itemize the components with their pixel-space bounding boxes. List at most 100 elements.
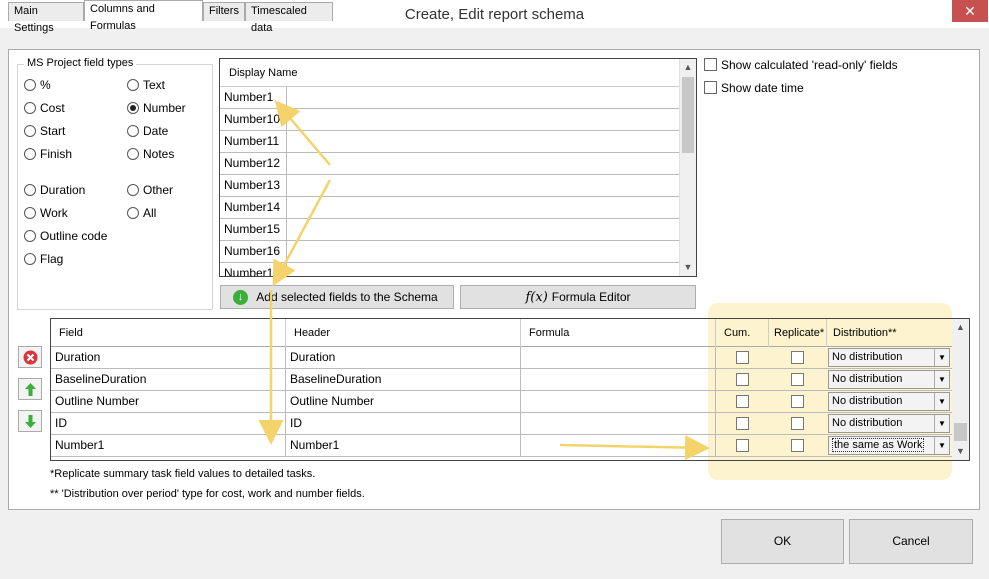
table-row[interactable]: Number1 Number1 the same as Work ▼ bbox=[51, 435, 953, 457]
col-header-distribution[interactable]: Distribution** bbox=[827, 319, 953, 347]
radio-cost[interactable]: Cost bbox=[24, 101, 65, 117]
col-header-formula[interactable]: Formula bbox=[521, 319, 716, 347]
list-item[interactable]: Number16 bbox=[220, 241, 680, 263]
scroll-down-icon[interactable]: ▼ bbox=[952, 443, 969, 460]
radio-all[interactable]: All bbox=[127, 206, 156, 222]
cum-checkbox[interactable] bbox=[736, 351, 749, 364]
cancel-button[interactable]: Cancel bbox=[849, 519, 973, 564]
radio-start[interactable]: Start bbox=[24, 124, 65, 140]
cell-formula[interactable] bbox=[521, 391, 716, 413]
cum-checkbox[interactable] bbox=[736, 417, 749, 430]
radio-circle-icon bbox=[127, 148, 139, 160]
grid-scrollbar[interactable]: ▲ ▼ bbox=[952, 319, 969, 460]
cell-header[interactable]: Outline Number bbox=[286, 391, 521, 413]
radio-notes[interactable]: Notes bbox=[127, 147, 174, 163]
available-fields-list[interactable]: Display Name Number1 Number10 Number11 N… bbox=[219, 58, 697, 277]
show-datetime-checkbox[interactable]: Show date time bbox=[704, 81, 804, 95]
distribution-select[interactable]: No distribution ▼ bbox=[828, 392, 950, 411]
radio-duration[interactable]: Duration bbox=[24, 183, 85, 199]
table-row[interactable]: ID ID No distribution ▼ bbox=[51, 413, 953, 435]
list-item[interactable]: Number10 bbox=[220, 109, 680, 131]
formula-fx-icon: f(x) bbox=[525, 290, 548, 305]
radio-circle-icon bbox=[24, 79, 36, 91]
radio-flag[interactable]: Flag bbox=[24, 252, 63, 268]
replicate-checkbox[interactable] bbox=[791, 351, 804, 364]
ok-button[interactable]: OK bbox=[721, 519, 844, 564]
scroll-thumb[interactable] bbox=[682, 77, 694, 153]
scroll-down-icon[interactable]: ▼ bbox=[680, 259, 696, 276]
scroll-up-icon[interactable]: ▲ bbox=[952, 319, 969, 336]
cum-checkbox[interactable] bbox=[736, 395, 749, 408]
cell-formula[interactable] bbox=[521, 413, 716, 435]
list-item[interactable]: Number1 bbox=[220, 87, 680, 109]
scroll-up-icon[interactable]: ▲ bbox=[680, 59, 696, 76]
list-item[interactable]: Number17 bbox=[220, 263, 680, 276]
cell-header[interactable]: ID bbox=[286, 413, 521, 435]
cum-checkbox[interactable] bbox=[736, 439, 749, 452]
field-list-header: Display Name bbox=[220, 59, 680, 87]
checkbox-icon bbox=[704, 58, 717, 71]
distribution-select[interactable]: No distribution ▼ bbox=[828, 348, 950, 367]
schema-grid[interactable]: Field Header Formula Cum. Replicate* Dis… bbox=[50, 318, 970, 461]
cell-field[interactable]: Duration bbox=[51, 347, 286, 369]
cum-checkbox[interactable] bbox=[736, 373, 749, 386]
add-fields-button[interactable]: ↓ Add selected fields to the Schema bbox=[220, 285, 454, 309]
cell-field[interactable]: ID bbox=[51, 413, 286, 435]
list-item[interactable]: Number12 bbox=[220, 153, 680, 175]
distribution-select[interactable]: No distribution ▼ bbox=[828, 414, 950, 433]
radio-circle-icon bbox=[24, 125, 36, 137]
distribution-select[interactable]: the same as Work ▼ bbox=[828, 436, 950, 455]
close-button[interactable]: ✕ bbox=[952, 0, 988, 22]
radio-work[interactable]: Work bbox=[24, 206, 68, 222]
list-item[interactable]: Number14 bbox=[220, 197, 680, 219]
tab-main-settings[interactable]: Main Settings bbox=[8, 2, 84, 34]
list-item[interactable]: Number11 bbox=[220, 131, 680, 153]
radio-other[interactable]: Other bbox=[127, 183, 173, 199]
table-row[interactable]: BaselineDuration BaselineDuration No dis… bbox=[51, 369, 953, 391]
green-arrow-up-icon bbox=[25, 383, 36, 396]
radio-number[interactable]: Number bbox=[127, 101, 186, 117]
move-up-button[interactable] bbox=[18, 378, 42, 400]
formula-editor-button[interactable]: f(x) Formula Editor bbox=[460, 285, 696, 309]
cell-header[interactable]: Duration bbox=[286, 347, 521, 369]
tab-columns-and-formulas[interactable]: Columns and Formulas bbox=[84, 0, 203, 32]
cell-formula[interactable] bbox=[521, 347, 716, 369]
cell-formula[interactable] bbox=[521, 369, 716, 391]
list-item[interactable]: Number15 bbox=[220, 219, 680, 241]
show-readonly-checkbox[interactable]: Show calculated 'read-only' fields bbox=[704, 58, 898, 72]
cell-field[interactable]: Outline Number bbox=[51, 391, 286, 413]
cell-formula[interactable] bbox=[521, 435, 716, 457]
table-row[interactable]: Duration Duration No distribution ▼ bbox=[51, 347, 953, 369]
field-list-scrollbar[interactable]: ▲ ▼ bbox=[679, 59, 696, 276]
radio-outline-code[interactable]: Outline code bbox=[24, 229, 107, 245]
table-row[interactable]: Outline Number Outline Number No distrib… bbox=[51, 391, 953, 413]
col-header-replicate[interactable]: Replicate* bbox=[769, 319, 827, 347]
move-down-button[interactable] bbox=[18, 410, 42, 432]
red-x-circle-icon bbox=[23, 350, 38, 365]
radio-text[interactable]: Text bbox=[127, 78, 165, 94]
cell-field[interactable]: Number1 bbox=[51, 435, 286, 457]
replicate-checkbox[interactable] bbox=[791, 439, 804, 452]
replicate-checkbox[interactable] bbox=[791, 373, 804, 386]
cell-field[interactable]: BaselineDuration bbox=[51, 369, 286, 391]
radio-circle-icon bbox=[24, 253, 36, 265]
tab-filters[interactable]: Filters bbox=[203, 2, 245, 21]
green-arrow-down-icon bbox=[25, 415, 36, 428]
replicate-note: *Replicate summary task field values to … bbox=[50, 468, 316, 480]
cell-header[interactable]: Number1 bbox=[286, 435, 521, 457]
remove-field-button[interactable] bbox=[18, 346, 42, 368]
cell-header[interactable]: BaselineDuration bbox=[286, 369, 521, 391]
chevron-down-icon: ▼ bbox=[934, 349, 949, 366]
col-header-field[interactable]: Field bbox=[51, 319, 286, 347]
col-header-cum[interactable]: Cum. bbox=[716, 319, 769, 347]
replicate-checkbox[interactable] bbox=[791, 395, 804, 408]
scroll-thumb[interactable] bbox=[954, 423, 967, 441]
col-header-header[interactable]: Header bbox=[286, 319, 521, 347]
radio-date[interactable]: Date bbox=[127, 124, 168, 140]
replicate-checkbox[interactable] bbox=[791, 417, 804, 430]
list-item[interactable]: Number13 bbox=[220, 175, 680, 197]
radio-finish[interactable]: Finish bbox=[24, 147, 72, 163]
distribution-select[interactable]: No distribution ▼ bbox=[828, 370, 950, 389]
tab-timescaled-data[interactable]: Timescaled data bbox=[245, 2, 333, 34]
radio-percent[interactable]: % bbox=[24, 78, 51, 94]
